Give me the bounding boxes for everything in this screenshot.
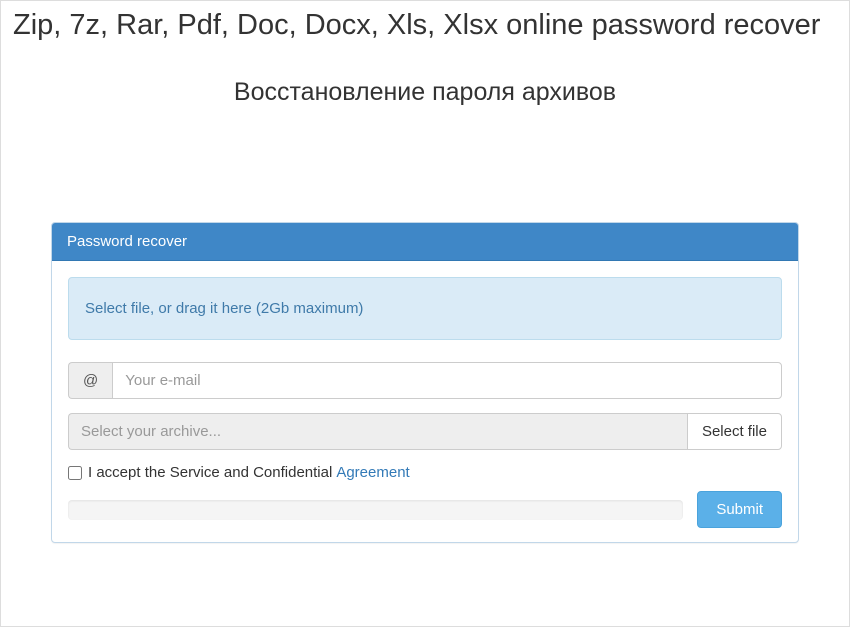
panel-heading: Password recover	[52, 223, 798, 261]
agreement-text: I accept the Service and Confidential	[88, 464, 332, 481]
submit-button[interactable]: Submit	[697, 491, 782, 528]
agreement-row[interactable]: I accept the Service and Confidential Ag…	[68, 464, 782, 481]
panel-body: Select file, or drag it here (2Gb maximu…	[52, 261, 798, 542]
file-dropzone[interactable]: Select file, or drag it here (2Gb maximu…	[68, 277, 782, 340]
file-input-group: Select your archive... Select file	[68, 413, 782, 450]
select-file-button[interactable]: Select file	[687, 413, 782, 450]
agreement-checkbox[interactable]	[68, 466, 82, 480]
agreement-link[interactable]: Agreement	[336, 464, 409, 481]
email-input-group: @	[68, 362, 782, 399]
progress-bar	[68, 500, 683, 520]
bottom-row: Submit	[68, 491, 782, 528]
archive-path-display: Select your archive...	[68, 413, 687, 450]
page-title-main: Zip, 7z, Rar, Pdf, Doc, Docx, Xls, Xlsx …	[13, 9, 837, 42]
page-title-sub: Восстановление пароля архивов	[13, 78, 837, 107]
password-recover-panel: Password recover Select file, or drag it…	[51, 222, 799, 543]
email-field[interactable]	[112, 362, 782, 399]
at-icon: @	[68, 362, 112, 399]
